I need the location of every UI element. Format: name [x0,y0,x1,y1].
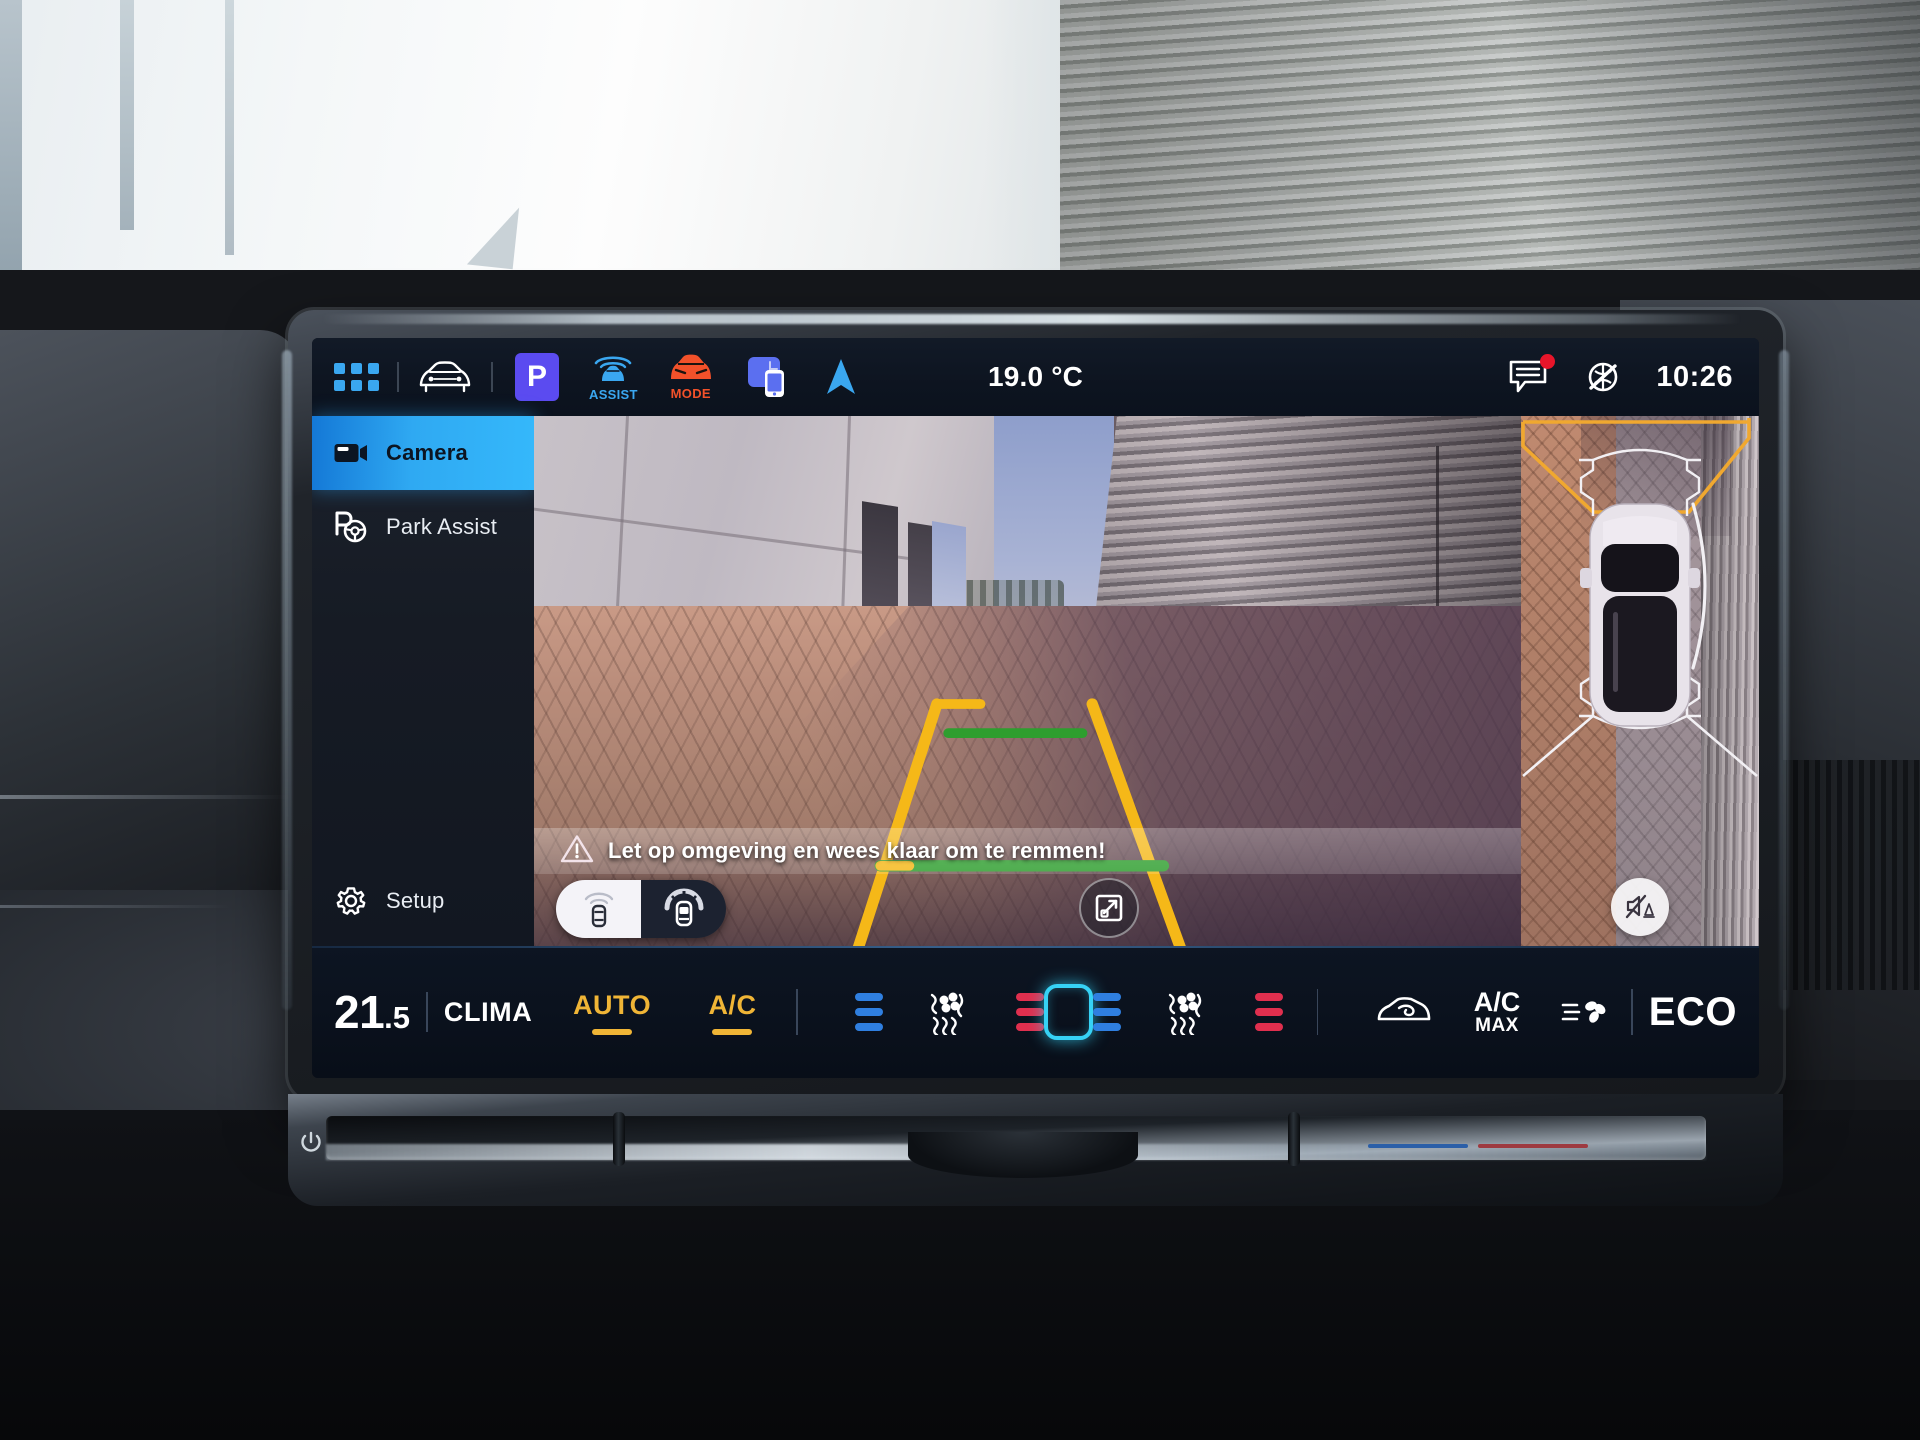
app-grid-glyph [334,363,379,391]
status-divider [397,362,399,392]
assist-radar-icon [591,352,635,389]
main-content-area: Camera Park Assist Setup Let op omgeving… [312,416,1759,946]
dashboard-seam [0,795,290,799]
hardware-bezel [288,1094,1783,1206]
status-bar: P ASSIST MODE 19.0 °C 10:26 [312,338,1759,416]
right-seat-cooling-level[interactable] [1093,993,1122,1031]
bezel-highlight [322,314,1742,324]
window-frame [225,0,234,255]
climate-divider [1630,989,1633,1035]
left-seat-climate-icon[interactable] [924,989,976,1035]
driver-temp-fraction: .5 [384,1000,411,1035]
left-seat-cooling-level[interactable] [854,993,883,1031]
travel-assist-button[interactable]: ASSIST [589,352,638,402]
car-front-icon[interactable] [417,360,473,394]
bezel-edge-light [1779,350,1789,1010]
message-badge [1540,354,1556,369]
clock[interactable]: 10:26 [1656,361,1733,394]
touchscreen-display[interactable]: P ASSIST MODE 19.0 °C 10:26 Camera Park … [312,338,1759,1078]
camera-building-window [932,521,966,617]
sidebar-item-park-assist[interactable]: Park Assist [312,490,534,564]
car-mode-icon [668,353,714,388]
ac-max-line1: A/C [1473,987,1521,1017]
rear-camera-view[interactable]: Let op omgeving en wees klaar om te remm… [534,416,1521,946]
mode-label: MODE [670,386,711,401]
right-seat-heating-level[interactable] [1254,993,1283,1031]
sidebar-item-label: Camera [386,440,468,465]
temperature-slider-marker[interactable] [1288,1112,1300,1166]
surround-view-panel[interactable] [1521,416,1759,946]
camera-warning-banner: Let op omgeving en wees klaar om te remm… [534,828,1521,874]
sidebar-item-camera[interactable]: Camera [312,416,534,490]
infotainment-unit: P ASSIST MODE 19.0 °C 10:26 Camera Park … [282,310,1789,1100]
auto-active-indicator [592,1028,633,1035]
eco-button[interactable]: ECO [1649,990,1737,1035]
park-steering-icon [332,508,370,546]
clima-button[interactable]: CLIMA [444,997,532,1028]
assist-label: ASSIST [589,387,638,402]
app-grid-icon[interactable] [334,363,379,391]
outside-temperature: 19.0 °C [987,361,1084,392]
status-divider [491,362,493,392]
status-bar-left-group: P ASSIST MODE [334,352,858,402]
window-frame [0,0,22,300]
drive-mode-button[interactable]: MODE [668,353,714,401]
window-frame [120,0,134,230]
climate-divider [426,992,428,1032]
auto-label: AUTO [573,989,652,1020]
expand-fullscreen-icon[interactable] [1079,878,1139,938]
camera-warning-text: Let op omgeving en wees klaar om te remm… [608,838,1106,863]
volume-slider-marker[interactable] [613,1112,625,1166]
left-seat-heating-level[interactable] [1016,993,1045,1031]
ac-max-button[interactable]: A/C MAX [1473,987,1521,1036]
slider-heat-indicator [1478,1144,1588,1148]
photo-scene: P ASSIST MODE 19.0 °C 10:26 Camera Park … [0,0,1920,1440]
birdseye-shadow [1581,416,1731,536]
speaker-muted-icon[interactable] [1611,878,1669,936]
bezel-edge-light [282,350,292,1010]
camera-view-option-surround[interactable] [641,880,726,938]
climate-divider [796,989,799,1035]
right-seat-climate-icon[interactable] [1162,989,1214,1035]
air-recirculation-icon[interactable] [1375,995,1433,1029]
warning-triangle-icon [560,834,594,869]
navigation-arrow-icon[interactable] [824,356,858,398]
driver-temperature[interactable]: 21 .5 [334,985,410,1039]
window-reflection-shape [466,202,520,270]
assistant-muted-icon[interactable] [1584,358,1622,396]
sidebar-item-setup[interactable]: Setup [312,864,534,938]
bezel-contour [908,1132,1138,1178]
camera-view-option-rear[interactable] [556,880,641,938]
phone-connect-icon[interactable] [746,355,788,399]
gear-icon [332,882,370,920]
park-status-badge[interactable]: P [515,353,559,401]
video-camera-icon [332,434,370,472]
status-bar-right-group: 10:26 [1508,354,1733,396]
auto-button[interactable]: AUTO [573,990,651,1035]
ac-label: A/C [708,989,757,1020]
sidebar-menu: Camera Park Assist Setup [312,416,534,946]
climate-control-bar: 21 .5 CLIMA AUTO A/C A/C MAX ECO [312,946,1759,1078]
camera-controls [534,874,1521,946]
power-button-icon[interactable] [296,1128,326,1158]
sidebar-item-label: Setup [386,888,445,913]
ac-max-line2: MAX [1475,1015,1519,1036]
message-bubble-icon[interactable] [1508,354,1556,395]
camera-view-toggle[interactable] [556,880,726,938]
dashboard-left-trim [0,330,300,890]
climate-divider [1316,989,1319,1035]
car-front-glyph [417,360,473,394]
driver-temp-whole: 21 [334,986,385,1038]
ac-button[interactable]: A/C [708,990,756,1035]
dashboard-seam [0,905,230,908]
slider-cool-indicator [1368,1144,1468,1148]
rear-defrost-fan-icon[interactable] [1561,995,1613,1029]
sidebar-item-label: Park Assist [386,514,498,539]
ac-active-indicator [712,1028,753,1035]
climate-center-button[interactable] [1044,984,1094,1040]
